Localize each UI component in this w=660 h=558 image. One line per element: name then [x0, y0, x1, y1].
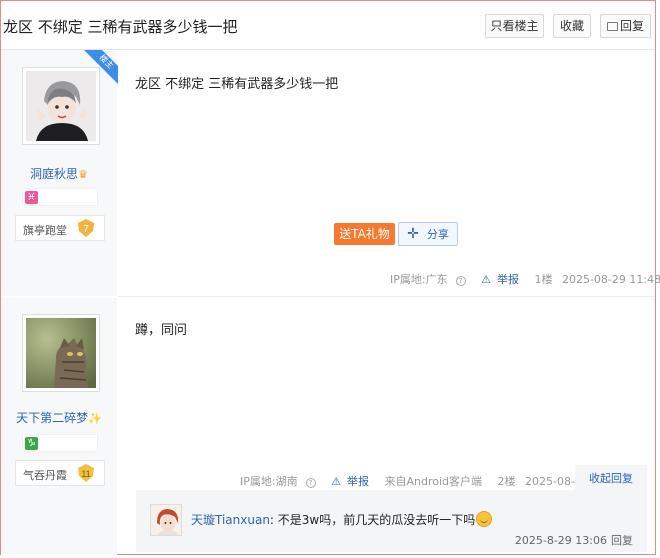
sub-reply-time: 2025-8-29 13:06	[514, 534, 607, 547]
author-panel-1: 洞庭秋思♛ ♓ 旗亭跑堂 7	[1, 50, 117, 296]
smile-emoji-icon	[476, 511, 493, 527]
post-content: 蹲，同问	[135, 323, 188, 338]
level-badge[interactable]: 旗亭跑堂 7	[15, 215, 105, 241]
sparkle-icon: ✨	[88, 412, 102, 425]
svg-text:7: 7	[83, 224, 89, 235]
client-source: 来自Android客户端	[384, 475, 482, 488]
warning-icon: ⚠	[331, 475, 341, 488]
level-name: 气吞丹霞	[23, 469, 67, 482]
post-meta: IP属地:广东? ⚠举报 1楼 2025-08-29 11:48 回复	[390, 271, 660, 287]
share-button[interactable]: ✛ 分享	[398, 222, 458, 246]
ip-location: IP属地:湖南?	[240, 475, 322, 488]
help-icon[interactable]: ?	[305, 478, 316, 488]
favorite-button[interactable]: 收藏	[553, 14, 591, 38]
level-name: 旗亭跑堂	[23, 224, 67, 237]
help-icon[interactable]: ?	[455, 276, 466, 286]
level-shield-icon: 11	[78, 464, 94, 482]
svg-text:11: 11	[81, 469, 90, 479]
post-content: 龙区 不绑定 三稀有武器多少钱一把	[135, 77, 339, 92]
post-time: 2025-08-29 11:48	[561, 273, 660, 286]
level-badge[interactable]: 气吞丹霞 11	[15, 460, 105, 486]
pisces-icon: ♓	[25, 191, 38, 204]
sub-reply-text: 天璇Tianxuan: 不是3w吗，前几天的瓜没去听一下吗	[191, 511, 493, 528]
level-shield-icon: 7	[78, 219, 94, 237]
collapse-replies-button[interactable]: 收起回复	[575, 465, 647, 491]
ip-location: IP属地:广东?	[390, 273, 472, 286]
avatar-image	[26, 318, 96, 388]
avatar[interactable]	[22, 314, 100, 392]
username[interactable]: 天下第二碎梦✨	[1, 409, 117, 426]
floor-number: 2楼	[497, 475, 516, 488]
sub-reply-reply-link[interactable]: 回复	[611, 534, 633, 547]
capricorn-icon: ♑	[25, 437, 38, 450]
thread-header: 龙区 不绑定 三稀有武器多少钱一把 只看楼主 收藏 回复	[1, 1, 655, 50]
post-meta: IP属地:湖南? ⚠ 举报 来自Android客户端 2楼 2025-08-29 …	[240, 473, 630, 489]
avatar[interactable]	[150, 504, 182, 536]
floor-number: 1楼	[534, 273, 553, 286]
warning-icon: ⚠	[481, 273, 491, 286]
sub-reply-meta: 2025-8-29 13:06 回复	[515, 532, 633, 548]
only-owner-button[interactable]: 只看楼主	[485, 14, 544, 38]
reply-icon	[606, 22, 618, 31]
report-link[interactable]: ⚠ 举报	[481, 273, 525, 286]
report-link[interactable]: ⚠ 举报	[331, 475, 375, 488]
reply-button[interactable]: 回复	[600, 14, 651, 38]
sub-reply-user[interactable]: 天璇Tianxuan	[191, 513, 270, 527]
send-gift-button[interactable]: 送TA礼物	[334, 223, 395, 245]
crown-icon: ♛	[78, 168, 88, 181]
post-divider	[118, 296, 655, 297]
share-label: 分享	[426, 228, 449, 241]
plus-icon: ✛	[407, 226, 419, 242]
zodiac-badge: ♑	[22, 434, 98, 452]
owner-tag: 楼主	[84, 50, 118, 84]
username[interactable]: 洞庭秋思♛	[1, 165, 117, 182]
reply-button-label: 回复	[619, 19, 644, 33]
zodiac-badge: ♓	[22, 188, 98, 206]
sub-reply-list: 天璇Tianxuan: 不是3w吗，前几天的瓜没去听一下吗 2025-8-29 …	[136, 490, 647, 552]
author-panel-2: 天下第二碎梦✨ ♑ 气吞丹霞 11	[1, 298, 117, 555]
thread-title: 龙区 不绑定 三稀有武器多少钱一把	[3, 18, 238, 36]
